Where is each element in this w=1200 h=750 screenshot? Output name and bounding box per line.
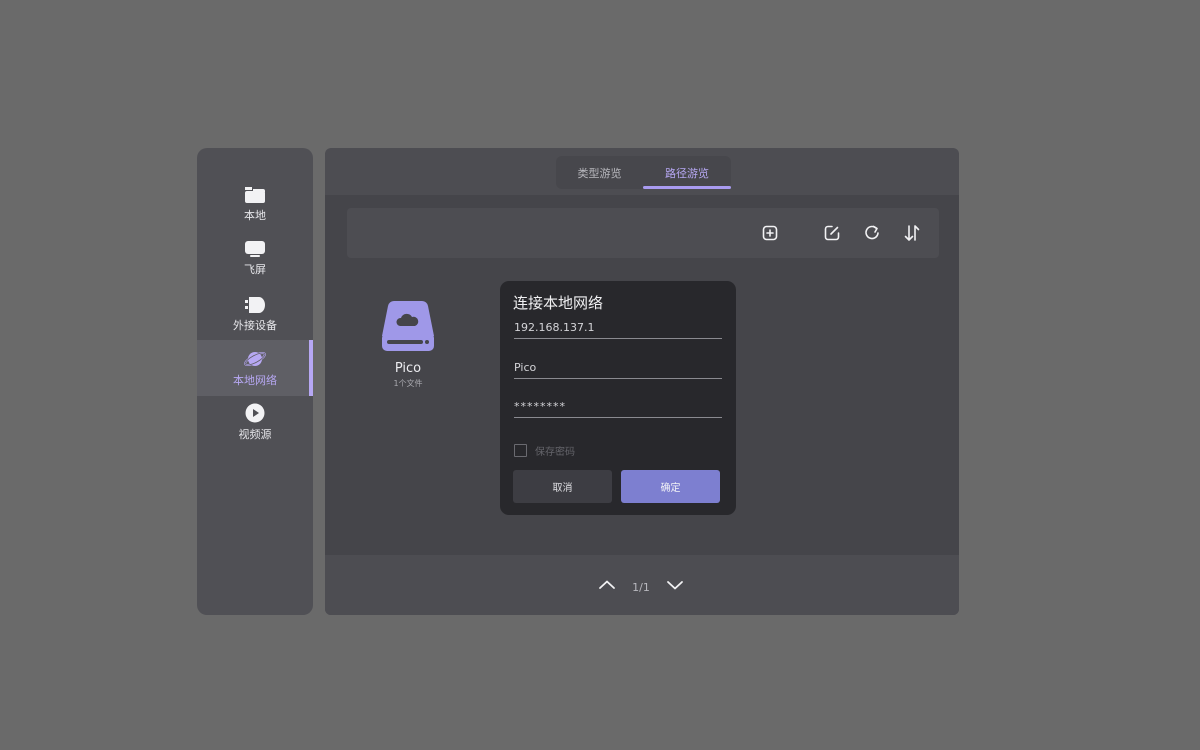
save-password-checkbox[interactable] — [514, 444, 527, 457]
toolbar — [347, 208, 939, 258]
screen-icon — [244, 240, 266, 258]
sidebar-item-label: 视频源 — [238, 427, 272, 441]
sidebar-item-flyscreen[interactable]: 飞屏 — [197, 230, 313, 286]
usb-drive-icon — [244, 296, 266, 314]
page-up-icon[interactable] — [597, 575, 617, 595]
file-count: 1个文件 — [393, 379, 423, 388]
save-password-option[interactable]: 保存密码 — [514, 443, 575, 458]
sidebar-item-video-source[interactable]: 视频源 — [197, 394, 313, 450]
ok-button[interactable]: 确定 — [621, 470, 720, 503]
active-indicator — [309, 340, 313, 396]
save-password-label: 保存密码 — [535, 447, 575, 458]
password-field[interactable]: ******** — [514, 399, 722, 418]
connect-dialog: 连接本地网络 192.168.137.1 Pico ******** 保存密码 … — [500, 281, 736, 515]
add-icon[interactable] — [760, 223, 780, 243]
file-name: Pico — [394, 361, 422, 376]
sort-icon[interactable] — [902, 223, 922, 243]
play-icon — [244, 403, 266, 423]
sidebar-item-label: 外接设备 — [233, 318, 277, 332]
tab-path-browse[interactable]: 路径游览 — [643, 156, 731, 189]
username-field[interactable]: Pico — [514, 360, 722, 379]
folder-icon — [244, 186, 266, 204]
sidebar: 本地 飞屏 外接设备 本地网络 视频源 — [197, 148, 313, 615]
pager: 1/1 — [325, 555, 959, 615]
sidebar-item-label: 飞屏 — [244, 262, 266, 276]
tab-type-browse[interactable]: 类型游览 — [556, 156, 643, 189]
refresh-icon[interactable] — [862, 223, 882, 243]
sidebar-item-label: 本地 — [244, 208, 266, 222]
edit-icon[interactable] — [822, 223, 842, 243]
address-field[interactable]: 192.168.137.1 — [514, 320, 722, 339]
sidebar-item-external-device[interactable]: 外接设备 — [197, 286, 313, 342]
sidebar-item-local[interactable]: 本地 — [197, 176, 313, 232]
tab-bar: 类型游览 路径游览 — [556, 156, 731, 189]
file-item-pico[interactable]: Pico 1个文件 — [377, 300, 439, 400]
network-drive-icon — [380, 300, 436, 354]
sidebar-item-label: 本地网络 — [233, 373, 277, 387]
cancel-button[interactable]: 取消 — [513, 470, 612, 503]
page-down-icon[interactable] — [665, 575, 685, 595]
sidebar-item-local-network[interactable]: 本地网络 — [197, 340, 313, 396]
page-indicator: 1/1 — [632, 581, 650, 594]
planet-icon — [243, 349, 267, 369]
dialog-title: 连接本地网络 — [513, 294, 604, 312]
